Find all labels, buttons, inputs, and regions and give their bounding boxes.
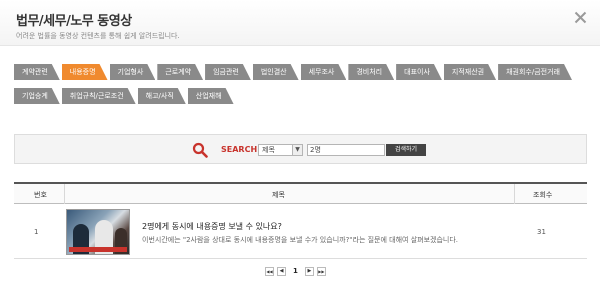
header-divider [64,184,65,204]
category-tabs-row-2: 기업승계 취업규칙/근로조건 해고/사직 산업재해 [14,88,234,104]
popup-header: 법무/세무/노무 동영상 어려운 법률을 동영상 컨텐츠를 통해 쉽게 알려드립… [0,0,600,46]
chevron-down-icon: ▼ [292,145,302,155]
tab-ceo[interactable]: 대표이사 [396,64,442,80]
close-icon[interactable] [574,11,587,24]
search-icon [192,142,208,158]
search-input[interactable] [307,144,385,156]
tab-expenses[interactable]: 경비처리 [348,64,394,80]
tab-labor-contract[interactable]: 근로계약 [157,64,203,80]
page-subtitle: 어려운 법률을 동영상 컨텐츠를 통해 쉽게 알려드립니다. [16,32,180,40]
thumbnail-caption-bar [69,247,127,252]
tab-contract[interactable]: 계약관련 [14,64,60,80]
search-button[interactable]: 검색하기 [386,144,426,156]
tab-employment-rules[interactable]: 취업규칙/근로조건 [62,88,136,104]
last-page-button[interactable]: ▶▶ [316,266,326,276]
tab-certified-mail[interactable]: 내용증명 [62,64,108,80]
first-page-button[interactable]: ◀◀ [265,266,274,276]
category-tabs-row-1: 계약관련 내용증명 기업형사 근로계약 임금관련 법인결산 세무조사 경비처리 … [14,64,572,80]
table-header: 번호 제목 조회수 [14,182,587,204]
video-description: 이번시간에는 "2사람을 상대로 동시에 내용증명을 보낼 수가 있습니까?"라… [142,236,459,244]
row-num: 1 [34,228,39,236]
video-thumbnail[interactable] [66,209,130,255]
header-num: 번호 [34,191,47,199]
search-field-select[interactable]: 제목 ▼ [258,144,303,156]
pagination: ◀◀ ◀ 1 ▶ ▶▶ [265,266,326,276]
tab-tax-audit[interactable]: 세무조사 [301,64,347,80]
header-divider [514,184,515,204]
next-page-button[interactable]: ▶ [304,266,314,276]
search-label: SEARCH [221,145,258,154]
tab-dismissal[interactable]: 해고/사직 [138,88,186,104]
header-views: 조회수 [533,191,553,199]
prev-page-button[interactable]: ◀ [277,266,286,276]
tab-debt-collection[interactable]: 채권회수/금전거래 [498,64,572,80]
search-panel: SEARCH 제목 ▼ 검색하기 [14,134,587,164]
tab-industrial-accident[interactable]: 산업재해 [188,88,234,104]
header-title: 제목 [272,191,285,199]
tab-wages[interactable]: 임금관련 [205,64,251,80]
video-table: 번호 제목 조회수 [14,182,587,204]
video-title-link[interactable]: 2명에게 동시에 내용증명 보낼 수 있나요? [142,221,282,232]
page-number-current[interactable]: 1 [289,267,302,275]
tab-corporate-settlement[interactable]: 법인결산 [253,64,299,80]
tab-corporate-criminal[interactable]: 기업형사 [110,64,156,80]
page-title: 법무/세무/노무 동영상 [16,14,132,29]
tab-business-succession[interactable]: 기업승계 [14,88,60,104]
search-field-value: 제목 [262,146,275,154]
tab-intellectual-property[interactable]: 지적재산권 [444,64,496,80]
row-views: 31 [537,228,546,236]
